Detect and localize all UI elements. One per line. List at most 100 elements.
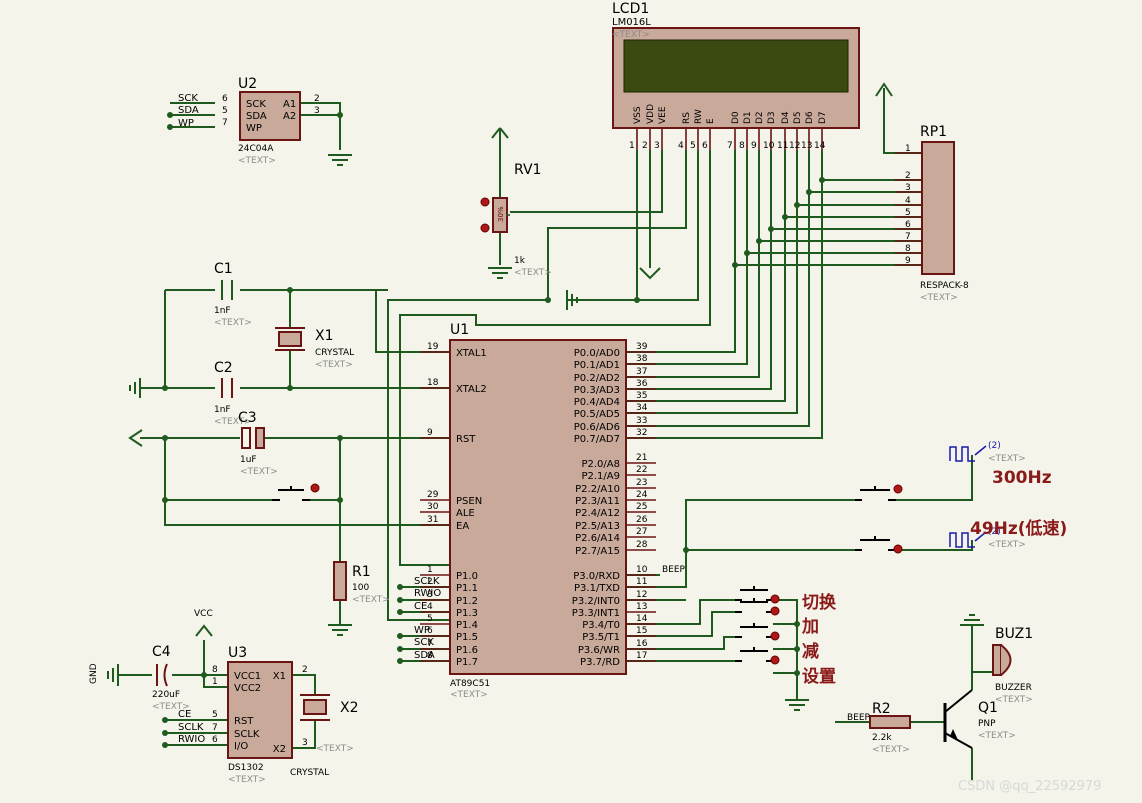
u1-pin-label: P2.2/A10 [575,484,620,495]
u1-pin-label: P0.5/AD5 [574,409,620,420]
u1-pin-label: P3.4/T0 [582,620,620,631]
lcd-pin-label: D6 [805,111,815,124]
rp1-pin-number: 1 [905,144,911,154]
button-49hz[interactable] [855,536,903,554]
u1-part: AT89C51 [450,679,490,689]
gnd-label: GND [89,663,99,684]
p3-button-3[interactable] [735,623,780,641]
c3-ref: C3 [238,410,257,426]
lcd-pin-number: 14 [814,141,826,151]
rp1-pins: 1 2 3 4 5 6 7 8 9 [895,144,922,266]
buz1-part: BUZZER [995,683,1032,693]
u1-pin-number: 16 [636,639,648,649]
lcd-pin-label: VDD [646,104,656,124]
label-set: 设置 [802,667,836,687]
r1-value: 100 [352,583,369,593]
lcd-ref: LCD1 [612,1,649,17]
r2-beep-label: BEEP [847,713,871,723]
u3-pin-number: 2 [302,665,308,675]
c1-text: <TEXT> [214,318,252,328]
x2-ref: X2 [340,700,359,716]
vcc-arrow-icon [195,624,213,637]
lcd-pin-number: 11 [777,141,788,151]
c4-value: 220uF [152,690,180,700]
p1-net-wp: WP [414,625,430,636]
u1-pin-number: 17 [636,651,647,661]
c1-component[interactable]: C1 1nF <TEXT> [214,261,252,328]
c4-text: <TEXT> [152,702,190,712]
x2-text: <TEXT> [316,744,354,754]
rp1-pin-number: 6 [905,220,911,230]
u2-pin-sck: SCK [246,99,266,110]
buttons-ground-icon [785,699,809,711]
u2-pin-a2: A2 [283,111,296,122]
rp1-part: RESPACK-8 [920,281,969,291]
r2-ref: R2 [872,701,891,717]
u1-pin-number: 10 [636,565,648,575]
u1-pin-number: 22 [636,465,647,475]
label-sub: 减 [802,641,819,662]
u1-pin-number: 28 [636,540,648,550]
rv1-ground-icon [488,267,512,279]
lcd-pin-label: VEE [658,106,668,124]
u2-pin-a1: A1 [283,99,296,110]
schematic-canvas: LCD1 LM016L <TEXT> VSS 1 VDD 2 VEE 3 RS 4 RW 5 E 6 D… [0,0,1142,803]
u1-pin-label: XTAL2 [456,384,487,395]
x2-component[interactable]: X2 CRYSTAL <TEXT> [290,694,359,778]
vcc-symbol: VCC [194,609,213,637]
lcd-pin-label: D0 [731,111,741,124]
lcd-pin-number: 13 [801,141,812,151]
u3-text: <TEXT> [228,775,266,785]
u1-pin-number: 26 [636,515,648,525]
rv1-component[interactable]: 30% RV1 1k <TEXT> [480,127,661,310]
c2-value: 1nF [214,405,231,415]
c2-component[interactable]: C2 1nF <TEXT> [129,360,252,427]
x1-component[interactable]: X1 CRYSTAL <TEXT> [275,327,354,370]
u1-pin-number: 12 [636,590,647,600]
u3-component[interactable]: U3 DS1302 <TEXT> 8 VCC1 1 VCC2 5 RST 7 SCLK 6 I/O… [178,645,308,785]
c4-ground-icon [107,664,119,686]
lcd-pin-label: RW [694,109,704,124]
u1-pin-number: 21 [636,453,647,463]
r1-text: <TEXT> [352,595,390,605]
u3-pin-label: VCC2 [234,683,261,694]
u1-pin-label: P1.5 [456,632,478,643]
u1-pin-label: P1.4 [456,620,478,631]
u3-pin-number: 1 [212,677,218,687]
p3-button-1[interactable] [735,586,780,604]
u1-pin-number: 18 [427,378,439,388]
p3-button-4[interactable] [735,647,780,665]
u1-pin-label: P0.4/AD4 [574,397,620,408]
probe1-id: (2) [988,441,1001,451]
c3-component[interactable]: C3 1uF <TEXT> [128,410,278,477]
u2-component[interactable]: U2 24C04A <TEXT> SCK SDA WP A1 A2 6 5 7 … [178,76,352,166]
rp1-component[interactable]: RP1 RESPACK-8 <TEXT> 1 2 3 4 5 6 7 8 9 [875,82,969,303]
lcd1-component[interactable]: LCD1 LM016L <TEXT> VSS 1 VDD 2 VEE 3 RS 4 RW 5 E 6 D… [612,1,860,151]
u1-pin-number: 11 [636,577,647,587]
lcd-pin-number: 2 [642,141,648,151]
x1-text: <TEXT> [315,360,353,370]
u1-pin-number: 1 [427,565,433,575]
u1-pin-label: P2.4/A12 [575,508,620,519]
u1-pin-label: P3.5/T1 [582,632,620,643]
u1-pin-label: P2.6/A14 [575,533,620,544]
r2-value: 2.2k [872,733,892,743]
c4-component[interactable]: C4 220uF <TEXT> GND [89,644,190,712]
u2-ground-icon [328,154,352,166]
u1-pin-label: EA [456,521,469,532]
u2-pin-wp: WP [246,123,262,134]
reset-button[interactable] [272,483,320,501]
r1-component[interactable]: R1 100 <TEXT> [328,561,390,636]
beep-net-label: BEEP [662,565,686,575]
lcd-pin-label: D2 [755,111,765,124]
button-300hz[interactable] [855,484,903,501]
u1-pin-label: PSEN [456,496,482,507]
u1-pin-label: XTAL1 [456,348,487,359]
r2-component[interactable]: R2 2.2k <TEXT> BEEP [847,701,911,755]
u3-pin-number: 6 [212,735,218,745]
u1-component[interactable]: U1 AT89C51 <TEXT> 19 XTAL1 18 XTAL2 9 RST 29 PS… [414,322,686,700]
u1-pin-number: 25 [636,502,647,512]
u1-pin-label: P1.7 [456,657,478,668]
lcd-pin-label: D1 [743,111,753,124]
u1-pin-label: P0.3/AD3 [574,385,620,396]
